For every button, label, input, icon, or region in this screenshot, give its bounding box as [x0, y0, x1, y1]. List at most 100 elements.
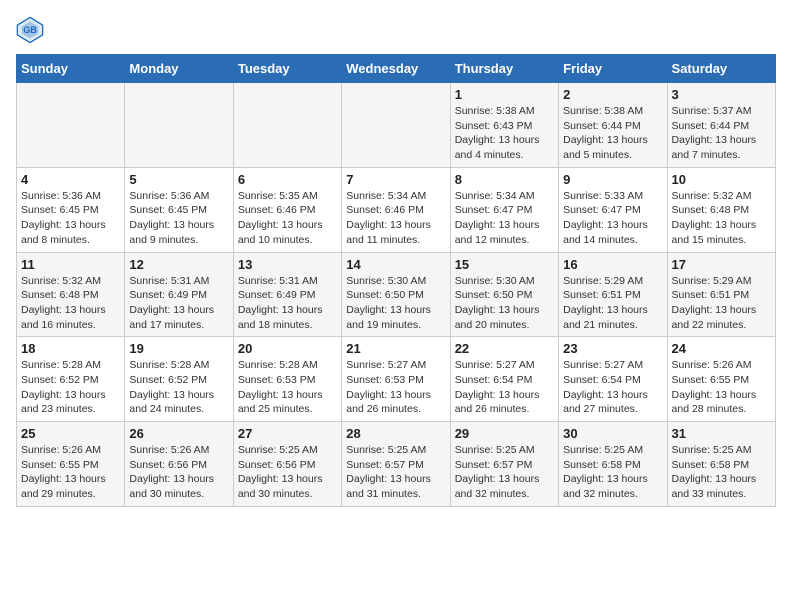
calendar-cell: 23 Sunrise: 5:27 AMSunset: 6:54 PMDayligh… — [559, 337, 667, 422]
calendar-cell: 27 Sunrise: 5:25 AMSunset: 6:56 PMDayligh… — [233, 422, 341, 507]
svg-text:GB: GB — [23, 25, 37, 35]
calendar-cell: 5 Sunrise: 5:36 AMSunset: 6:45 PMDaylight… — [125, 167, 233, 252]
calendar-week-row: 11 Sunrise: 5:32 AMSunset: 6:48 PMDayligh… — [17, 252, 776, 337]
weekday-header: Wednesday — [342, 55, 450, 83]
calendar-cell: 2 Sunrise: 5:38 AMSunset: 6:44 PMDaylight… — [559, 83, 667, 168]
day-info: Sunrise: 5:28 AMSunset: 6:52 PMDaylight:… — [21, 358, 120, 417]
day-info: Sunrise: 5:31 AMSunset: 6:49 PMDaylight:… — [238, 274, 337, 333]
calendar-cell: 8Sunrise: 5:34 AMSunset: 6:47 PMDaylight… — [450, 167, 558, 252]
day-info: Sunrise: 5:38 AMSunset: 6:44 PMDaylight:… — [563, 104, 662, 163]
day-number: 17 — [672, 257, 771, 272]
calendar-cell: 6Sunrise: 5:35 AMSunset: 6:46 PMDaylight… — [233, 167, 341, 252]
day-number: 7 — [346, 172, 445, 187]
day-info: Sunrise: 5:32 AMSunset: 6:48 PMDaylight:… — [21, 274, 120, 333]
calendar-cell: 24 Sunrise: 5:26 AMSunset: 6:55 PMDayligh… — [667, 337, 775, 422]
day-info: Sunrise: 5:36 AMSunset: 6:45 PMDaylight:… — [129, 189, 228, 248]
day-number: 29 — [455, 426, 554, 441]
page-header: GB — [16, 16, 776, 44]
calendar-cell: 13 Sunrise: 5:31 AMSunset: 6:49 PMDayligh… — [233, 252, 341, 337]
day-info: Sunrise: 5:32 AMSunset: 6:48 PMDaylight:… — [672, 189, 771, 248]
day-info: Sunrise: 5:31 AMSunset: 6:49 PMDaylight:… — [129, 274, 228, 333]
day-number: 16 — [563, 257, 662, 272]
weekday-header: Sunday — [17, 55, 125, 83]
calendar-cell: 31Sunrise: 5:25 AMSunset: 6:58 PMDayligh… — [667, 422, 775, 507]
calendar-cell: 29 Sunrise: 5:25 AMSunset: 6:57 PMDayligh… — [450, 422, 558, 507]
day-number: 3 — [672, 87, 771, 102]
day-number: 11 — [21, 257, 120, 272]
calendar-cell — [342, 83, 450, 168]
day-number: 24 — [672, 341, 771, 356]
calendar-cell: 3 Sunrise: 5:37 AMSunset: 6:44 PMDaylight… — [667, 83, 775, 168]
calendar-cell: 30Sunrise: 5:25 AMSunset: 6:58 PMDayligh… — [559, 422, 667, 507]
day-info: Sunrise: 5:28 AMSunset: 6:53 PMDaylight:… — [238, 358, 337, 417]
calendar-week-row: 25 Sunrise: 5:26 AMSunset: 6:55 PMDayligh… — [17, 422, 776, 507]
calendar-cell: 18 Sunrise: 5:28 AMSunset: 6:52 PMDayligh… — [17, 337, 125, 422]
day-number: 25 — [21, 426, 120, 441]
weekday-header: Tuesday — [233, 55, 341, 83]
day-number: 27 — [238, 426, 337, 441]
day-number: 23 — [563, 341, 662, 356]
day-info: Sunrise: 5:26 AMSunset: 6:55 PMDaylight:… — [21, 443, 120, 502]
calendar-cell: 17 Sunrise: 5:29 AMSunset: 6:51 PMDayligh… — [667, 252, 775, 337]
calendar-cell: 15Sunrise: 5:30 AMSunset: 6:50 PMDayligh… — [450, 252, 558, 337]
calendar-cell: 26 Sunrise: 5:26 AMSunset: 6:56 PMDayligh… — [125, 422, 233, 507]
day-number: 5 — [129, 172, 228, 187]
calendar-week-row: 18 Sunrise: 5:28 AMSunset: 6:52 PMDayligh… — [17, 337, 776, 422]
calendar-cell: 19Sunrise: 5:28 AMSunset: 6:52 PMDayligh… — [125, 337, 233, 422]
day-info: Sunrise: 5:27 AMSunset: 6:53 PMDaylight:… — [346, 358, 445, 417]
day-info: Sunrise: 5:34 AMSunset: 6:47 PMDaylight:… — [455, 189, 554, 248]
calendar-week-row: 4 Sunrise: 5:36 AMSunset: 6:45 PMDaylight… — [17, 167, 776, 252]
day-number: 1 — [455, 87, 554, 102]
calendar-cell: 20Sunrise: 5:28 AMSunset: 6:53 PMDayligh… — [233, 337, 341, 422]
day-info: Sunrise: 5:28 AMSunset: 6:52 PMDaylight:… — [129, 358, 228, 417]
day-number: 18 — [21, 341, 120, 356]
calendar-cell: 14 Sunrise: 5:30 AMSunset: 6:50 PMDayligh… — [342, 252, 450, 337]
day-info: Sunrise: 5:25 AMSunset: 6:57 PMDaylight:… — [455, 443, 554, 502]
day-info: Sunrise: 5:27 AMSunset: 6:54 PMDaylight:… — [563, 358, 662, 417]
day-info: Sunrise: 5:25 AMSunset: 6:56 PMDaylight:… — [238, 443, 337, 502]
day-info: Sunrise: 5:25 AMSunset: 6:58 PMDaylight:… — [563, 443, 662, 502]
day-number: 13 — [238, 257, 337, 272]
day-info: Sunrise: 5:37 AMSunset: 6:44 PMDaylight:… — [672, 104, 771, 163]
calendar-cell: 25 Sunrise: 5:26 AMSunset: 6:55 PMDayligh… — [17, 422, 125, 507]
day-info: Sunrise: 5:30 AMSunset: 6:50 PMDaylight:… — [346, 274, 445, 333]
day-info: Sunrise: 5:38 AMSunset: 6:43 PMDaylight:… — [455, 104, 554, 163]
calendar-cell: 4Sunrise: 5:36 AMSunset: 6:45 PMDaylight… — [17, 167, 125, 252]
logo: GB — [16, 16, 48, 44]
calendar-cell: 9Sunrise: 5:33 AMSunset: 6:47 PMDaylight… — [559, 167, 667, 252]
day-info: Sunrise: 5:33 AMSunset: 6:47 PMDaylight:… — [563, 189, 662, 248]
calendar-cell — [125, 83, 233, 168]
day-number: 4 — [21, 172, 120, 187]
calendar-cell — [233, 83, 341, 168]
day-info: Sunrise: 5:26 AMSunset: 6:55 PMDaylight:… — [672, 358, 771, 417]
day-number: 12 — [129, 257, 228, 272]
weekday-header-row: SundayMondayTuesdayWednesdayThursdayFrid… — [17, 55, 776, 83]
day-info: Sunrise: 5:29 AMSunset: 6:51 PMDaylight:… — [672, 274, 771, 333]
weekday-header: Friday — [559, 55, 667, 83]
day-info: Sunrise: 5:30 AMSunset: 6:50 PMDaylight:… — [455, 274, 554, 333]
calendar-week-row: 1 Sunrise: 5:38 AMSunset: 6:43 PMDaylight… — [17, 83, 776, 168]
calendar-cell: 7 Sunrise: 5:34 AMSunset: 6:46 PMDaylight… — [342, 167, 450, 252]
day-number: 22 — [455, 341, 554, 356]
weekday-header: Saturday — [667, 55, 775, 83]
day-number: 14 — [346, 257, 445, 272]
day-info: Sunrise: 5:26 AMSunset: 6:56 PMDaylight:… — [129, 443, 228, 502]
calendar-cell: 22 Sunrise: 5:27 AMSunset: 6:54 PMDayligh… — [450, 337, 558, 422]
calendar-cell: 12 Sunrise: 5:31 AMSunset: 6:49 PMDayligh… — [125, 252, 233, 337]
calendar-cell — [17, 83, 125, 168]
day-number: 10 — [672, 172, 771, 187]
day-info: Sunrise: 5:27 AMSunset: 6:54 PMDaylight:… — [455, 358, 554, 417]
calendar-cell: 1 Sunrise: 5:38 AMSunset: 6:43 PMDaylight… — [450, 83, 558, 168]
day-number: 28 — [346, 426, 445, 441]
day-info: Sunrise: 5:29 AMSunset: 6:51 PMDaylight:… — [563, 274, 662, 333]
day-number: 26 — [129, 426, 228, 441]
day-number: 2 — [563, 87, 662, 102]
day-info: Sunrise: 5:34 AMSunset: 6:46 PMDaylight:… — [346, 189, 445, 248]
weekday-header: Monday — [125, 55, 233, 83]
day-info: Sunrise: 5:25 AMSunset: 6:58 PMDaylight:… — [672, 443, 771, 502]
calendar-cell: 11 Sunrise: 5:32 AMSunset: 6:48 PMDayligh… — [17, 252, 125, 337]
calendar-table: SundayMondayTuesdayWednesdayThursdayFrid… — [16, 54, 776, 507]
day-number: 21 — [346, 341, 445, 356]
day-info: Sunrise: 5:25 AMSunset: 6:57 PMDaylight:… — [346, 443, 445, 502]
logo-icon: GB — [16, 16, 44, 44]
